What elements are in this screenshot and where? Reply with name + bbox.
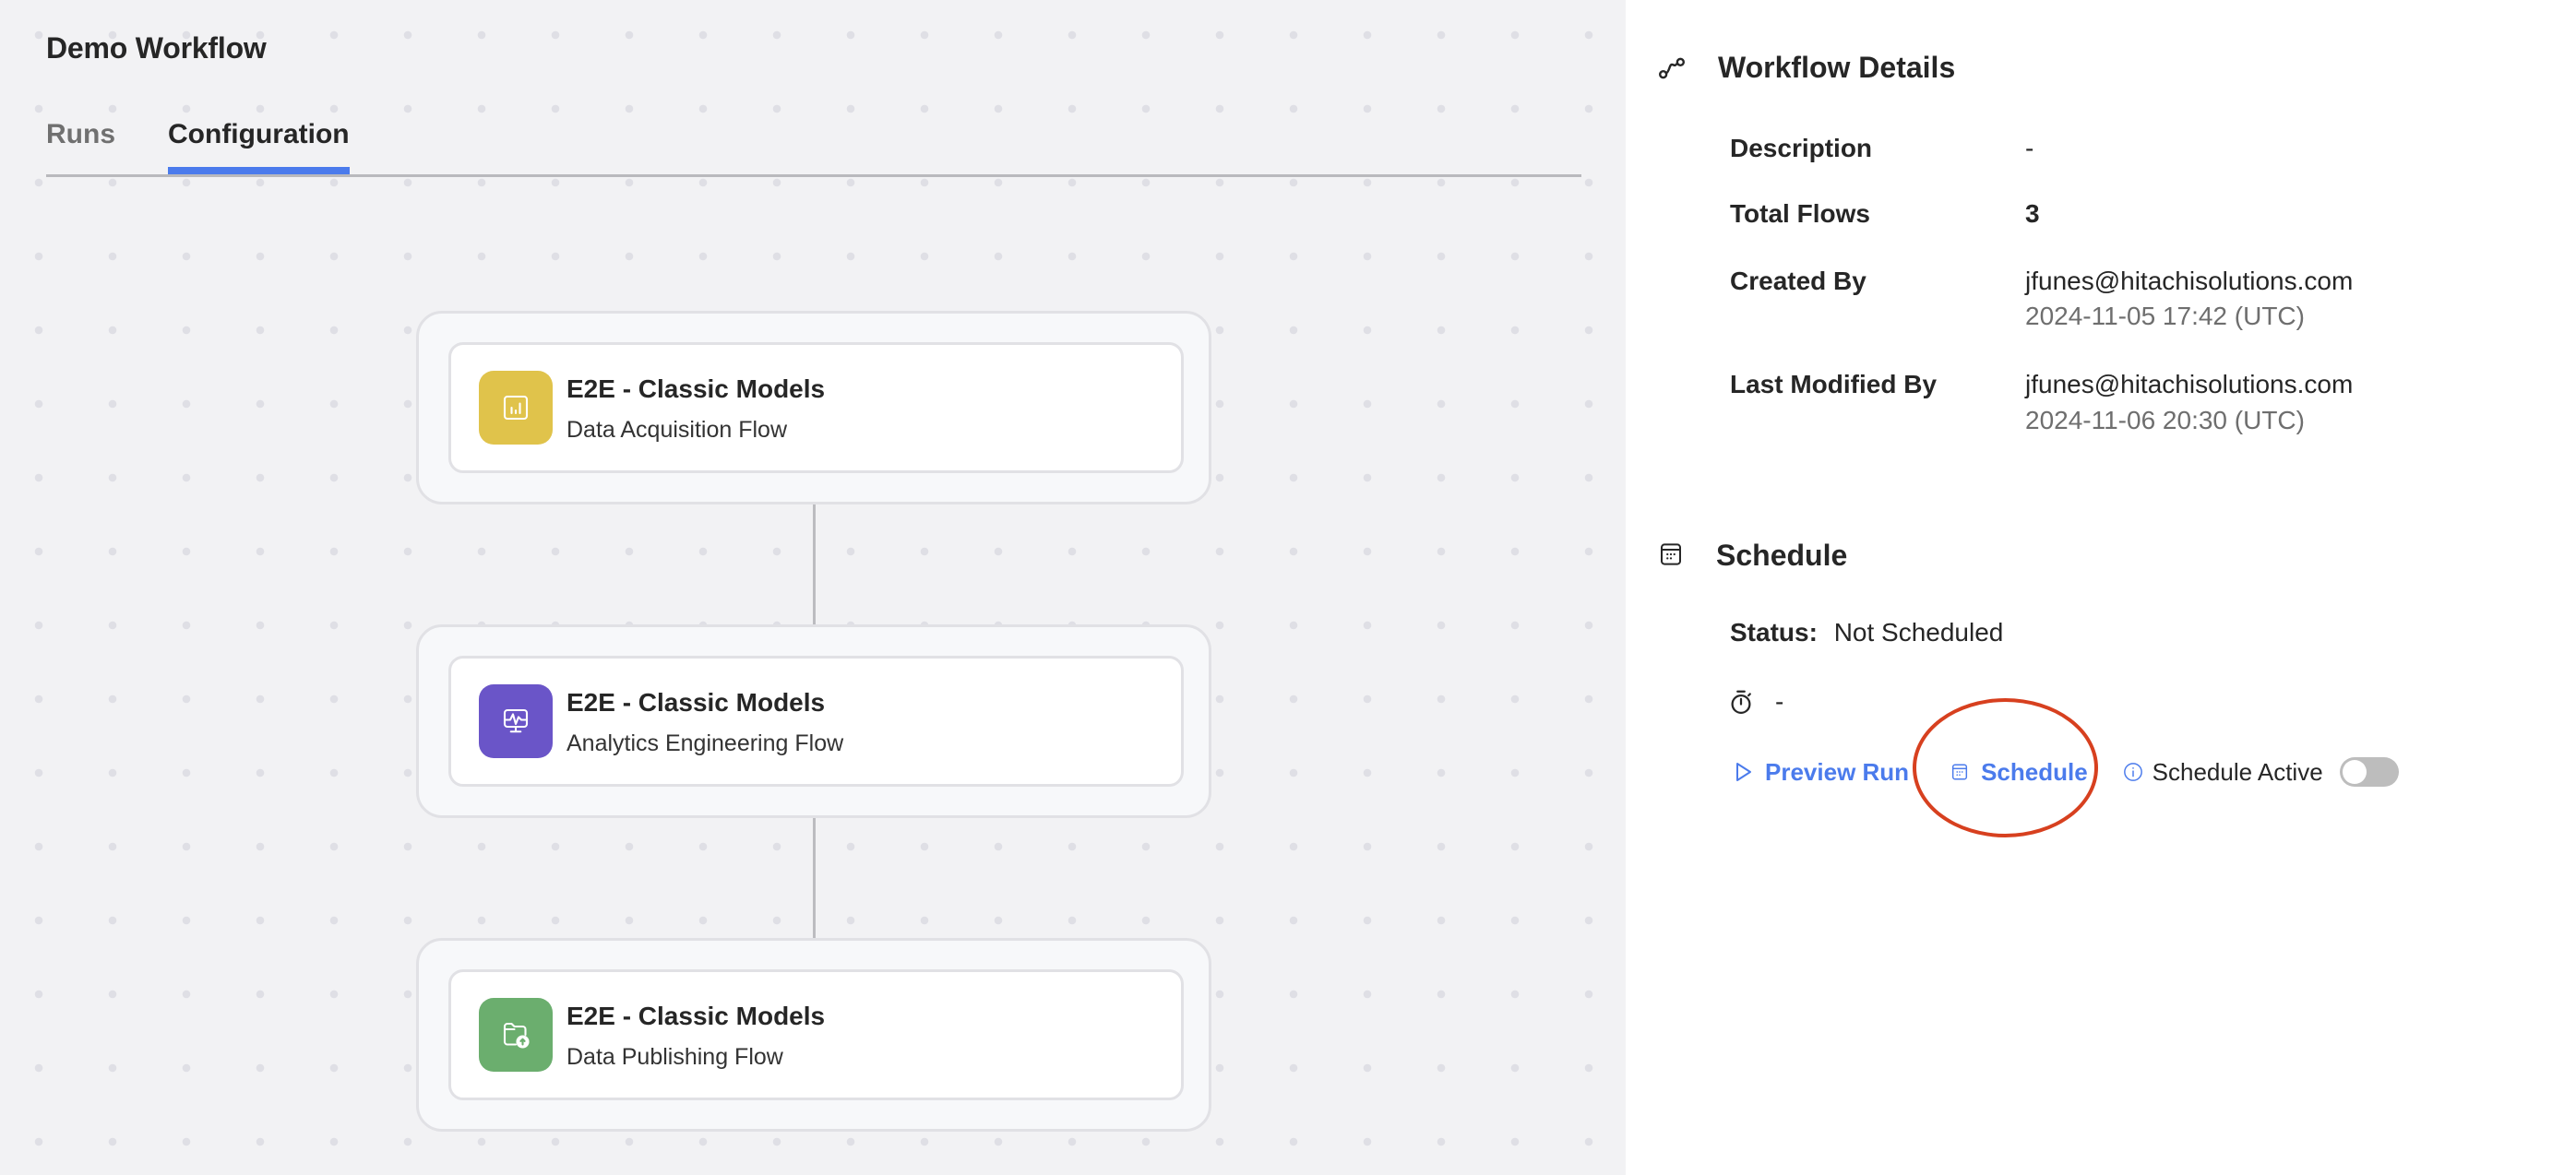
timer-value: - [1775,687,1784,716]
status-value: Not Scheduled [1833,618,2004,647]
flow-node: E2E - Classic Models Data Acquisition Fl… [416,311,1211,504]
flow-card-data-acquisition[interactable]: E2E - Classic Models Data Acquisition Fl… [448,342,1184,473]
folder-upload-icon [479,998,553,1072]
schedule-status: Status: Not Scheduled [1730,618,2003,647]
last-modified-by-label: Last Modified By [1730,370,1938,398]
schedule-button[interactable]: Schedule [1950,758,2088,787]
description-label: Description [1730,134,1873,162]
flow-connector [813,504,816,624]
flow-title: E2E - Classic Models [566,688,826,717]
tab-bar: Runs Configuration [46,116,1581,177]
schedule-title: Schedule [1716,539,1848,572]
page-title: Demo Workflow [46,31,267,65]
flow-node: E2E - Classic Models Analytics Engineeri… [416,624,1211,818]
schedule-button-label: Schedule [1981,757,2088,786]
workflow-canvas: Demo Workflow Runs Configuration E2E - C… [0,0,1626,1175]
last-modified-at-value: 2024-11-06 20:30 (UTC) [2025,406,2305,434]
tab-configuration-label: Configuration [168,119,350,149]
total-flows-label: Total Flows [1730,199,1870,228]
workflow-icon [1659,57,1685,79]
flow-card-analytics-engineering[interactable]: E2E - Classic Models Analytics Engineeri… [448,656,1184,787]
tab-runs-label: Runs [46,119,115,149]
flow-subtitle: Analytics Engineering Flow [566,730,844,756]
preview-run-button[interactable]: Preview Run [1734,758,1909,787]
bar-chart-icon [479,371,553,445]
timer-row: - [1727,686,1783,718]
play-icon [1736,763,1751,781]
toggle-knob [2342,760,2367,784]
preview-run-label: Preview Run [1765,757,1910,786]
flow-title: E2E - Classic Models [566,374,826,403]
workflow-details-title: Workflow Details [1718,51,1956,84]
created-by-value: jfunes@hitachisolutions.com [2025,267,2354,295]
flow-connector [813,818,816,938]
stopwatch-icon [1731,690,1751,714]
tab-configuration[interactable]: Configuration [168,116,350,175]
schedule-active-toggle[interactable] [2339,757,2399,787]
schedule-active-control: Schedule Active [2123,757,2399,787]
flow-subtitle: Data Acquisition Flow [566,417,788,443]
last-modified-by-value: jfunes@hitachisolutions.com [2025,370,2354,398]
total-flows-value: 3 [2025,199,2040,228]
schedule-active-label: Schedule Active [2152,757,2323,786]
calendar-icon [1661,543,1681,565]
tab-runs[interactable]: Runs [46,116,115,174]
monitor-pulse-icon [479,684,553,758]
calendar-icon [1951,764,1968,780]
schedule-actions: Preview Run Schedule Schedule Active [1734,756,2399,788]
details-panel: Workflow Details Description - Total Flo… [1626,0,2576,1175]
description-value: - [2025,134,2034,162]
info-icon[interactable] [2123,762,2143,782]
status-label: Status: [1730,618,1818,647]
tabs-divider [46,174,1581,177]
flow-node: E2E - Classic Models Data Publishing Flo… [416,938,1211,1132]
created-by-label: Created By [1730,267,1866,295]
created-at-value: 2024-11-05 17:42 (UTC) [2025,302,2305,330]
flow-card-data-publishing[interactable]: E2E - Classic Models Data Publishing Flo… [448,969,1184,1100]
flow-title: E2E - Classic Models [566,1002,826,1030]
flow-subtitle: Data Publishing Flow [566,1044,783,1070]
